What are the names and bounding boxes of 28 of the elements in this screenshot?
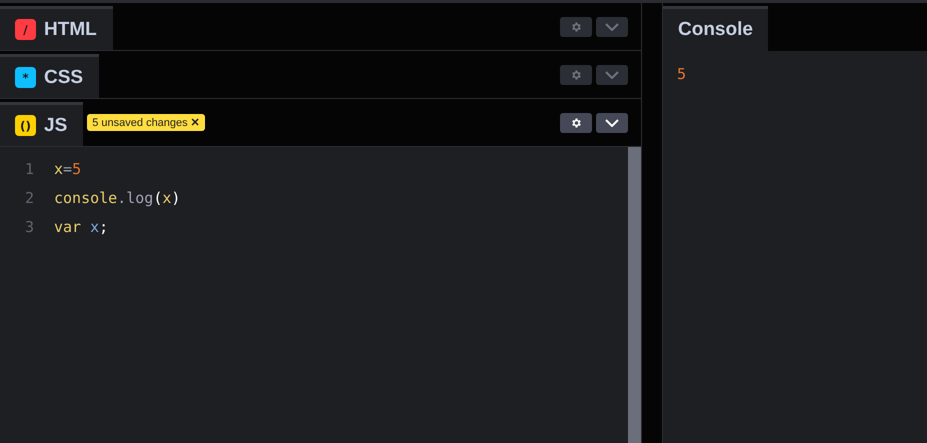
settings-icon (570, 20, 582, 32)
chevron-down-icon (605, 22, 619, 30)
editor-tab[interactable]: * CSS (0, 54, 100, 98)
settings-icon (570, 68, 582, 80)
code-line: var x; (54, 218, 108, 236)
editor-tab-label[interactable]: HTML (44, 18, 97, 40)
settings-icon (570, 116, 582, 128)
console-tab[interactable]: Console (663, 6, 768, 51)
language-icon: / (15, 19, 36, 40)
editor-tab[interactable]: / HTML (0, 6, 113, 50)
editor-tab-label[interactable]: JS (44, 114, 68, 136)
editor-tab[interactable]: () JS (0, 102, 84, 146)
chevron-down-icon (605, 118, 619, 126)
chevron-down-icon (605, 70, 619, 78)
unsaved-changes-badge[interactable]: 5 unsaved changes ✕ (87, 114, 205, 131)
close-icon[interactable]: ✕ (190, 117, 200, 129)
line-number: 1 (24, 160, 35, 178)
scrollbar[interactable] (628, 147, 641, 443)
settings-button[interactable] (560, 112, 592, 132)
line-number: 3 (24, 218, 35, 236)
expand-button[interactable] (596, 112, 628, 132)
code-line: console.log(x) (54, 188, 180, 206)
code-line: x=5 (54, 160, 82, 178)
language-icon: * (15, 67, 36, 88)
editor-tab-label[interactable]: CSS (44, 66, 84, 88)
language-icon: () (15, 115, 36, 136)
line-number: 2 (24, 188, 35, 206)
console-output: 5 (677, 65, 688, 83)
